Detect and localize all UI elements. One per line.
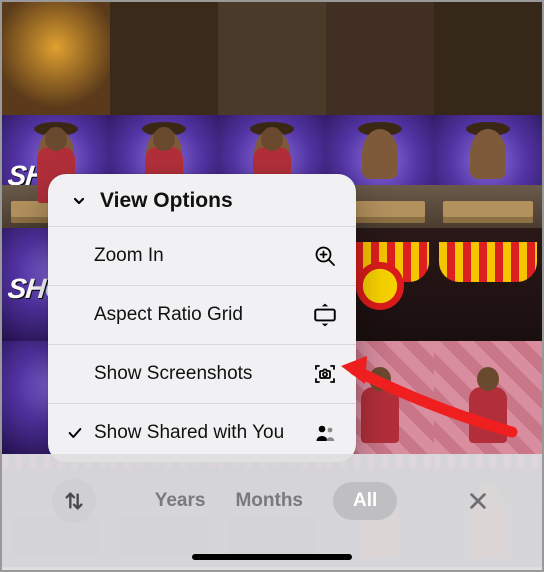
close-icon — [467, 490, 489, 512]
menu-item-label: Show Screenshots — [94, 363, 252, 385]
view-options-title: View Options — [100, 189, 233, 213]
photo-thumb[interactable] — [326, 2, 434, 115]
photo-thumb[interactable] — [434, 341, 542, 454]
photo-thumb[interactable] — [110, 2, 218, 115]
time-segment[interactable]: Years Months All — [155, 482, 398, 520]
photo-thumb[interactable] — [218, 2, 326, 115]
menu-item-label: Aspect Ratio Grid — [94, 304, 243, 326]
segment-months[interactable]: Months — [235, 490, 303, 512]
home-indicator[interactable] — [192, 554, 352, 560]
zoom-in-icon — [312, 243, 338, 269]
shared-with-you-icon — [312, 420, 338, 446]
check-icon — [66, 425, 84, 441]
segment-years[interactable]: Years — [155, 490, 206, 512]
menu-item-aspect-ratio-grid[interactable]: Aspect Ratio Grid — [48, 285, 356, 344]
chevron-down-icon — [66, 188, 92, 214]
sort-icon — [63, 490, 85, 512]
screenshot-icon — [312, 361, 338, 387]
photo-thumb[interactable] — [434, 228, 542, 341]
sort-button[interactable] — [52, 479, 96, 523]
menu-item-label: Zoom In — [94, 245, 164, 267]
view-options-popover: View Options Zoom In Aspect Ratio Grid — [48, 174, 356, 462]
photos-screen: SH SHOLA SHOL View Options — [0, 0, 544, 572]
photo-thumb[interactable] — [434, 115, 542, 228]
photo-thumb[interactable] — [434, 2, 542, 115]
close-button[interactable] — [456, 479, 500, 523]
photo-thumb[interactable] — [2, 2, 110, 115]
menu-item-label: Show Shared with You — [94, 422, 284, 444]
menu-item-zoom-in[interactable]: Zoom In — [48, 226, 356, 285]
view-options-header[interactable]: View Options — [48, 174, 356, 226]
bottom-toolbar: Years Months All — [2, 454, 542, 570]
aspect-ratio-icon — [312, 302, 338, 328]
segment-all[interactable]: All — [333, 482, 397, 520]
menu-item-show-screenshots[interactable]: Show Screenshots — [48, 344, 356, 403]
